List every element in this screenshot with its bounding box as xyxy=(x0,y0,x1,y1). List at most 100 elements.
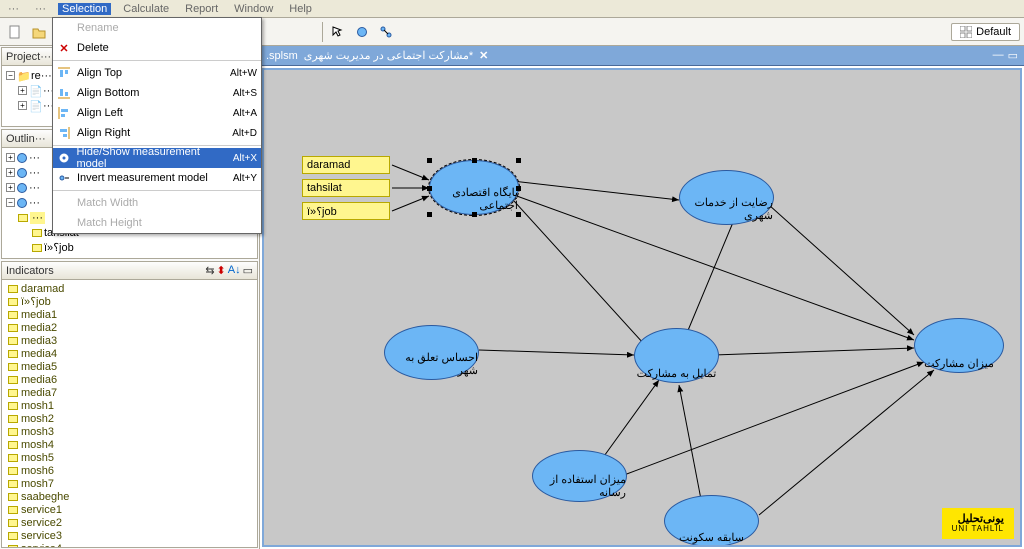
align-bottom-icon xyxy=(57,86,71,100)
indicator-label: mosh5 xyxy=(21,452,54,464)
indicator-icon xyxy=(8,311,18,319)
pointer-tool[interactable] xyxy=(327,21,349,43)
delete-icon: ✕ xyxy=(57,41,71,55)
indicator-item[interactable]: service1 xyxy=(4,503,255,516)
open-button[interactable] xyxy=(28,21,50,43)
indicators-panel: Indicators ⇆ ⬍ A↓ ▭ daramadï»؟jobmedia1m… xyxy=(1,261,258,548)
indicator-label: media4 xyxy=(21,348,57,360)
indicator-label: media2 xyxy=(21,322,57,334)
indicator-item[interactable]: daramad xyxy=(4,282,255,295)
default-view-button[interactable]: Default xyxy=(951,23,1020,41)
projects-title: Project··· xyxy=(6,51,51,63)
canvas-area: .splsm مشارکت اجتماعی در مدیریت شهری* ✕ … xyxy=(260,46,1024,549)
indicator-item[interactable]: media7 xyxy=(4,386,255,399)
indicator-label: mosh4 xyxy=(21,439,54,451)
indicator-box[interactable]: daramad xyxy=(302,156,390,174)
indicator-item[interactable]: saabeghe xyxy=(4,490,255,503)
indicator-item[interactable]: service4 xyxy=(4,542,255,547)
menu-window[interactable]: Window xyxy=(230,3,277,15)
link-tool[interactable] xyxy=(375,21,397,43)
menu-match-width: Match Width xyxy=(53,193,261,213)
outline-leaf[interactable]: daramad xyxy=(4,255,255,258)
menu-report[interactable]: Report xyxy=(181,3,222,15)
indicator-icon xyxy=(8,285,18,293)
outline-leaf[interactable]: ï»؟job xyxy=(4,240,255,255)
latent-node-selected[interactable]: پایگاه اقتصادی اجتماعی xyxy=(429,160,519,215)
indicator-item[interactable]: media1 xyxy=(4,308,255,321)
sort-asc-icon[interactable]: A↓ xyxy=(228,264,241,277)
indicator-item[interactable]: mosh2 xyxy=(4,412,255,425)
menu-help[interactable]: Help xyxy=(285,3,316,15)
indicator-item[interactable]: mosh6 xyxy=(4,464,255,477)
hide-show-icon xyxy=(57,151,70,165)
indicator-item[interactable]: media5 xyxy=(4,360,255,373)
filter-icon[interactable]: ⬍ xyxy=(217,264,226,277)
indicator-item[interactable]: media4 xyxy=(4,347,255,360)
indicator-icon xyxy=(8,428,18,436)
menu-selection[interactable]: Selection xyxy=(58,3,111,15)
latent-node[interactable]: میزان استفاده از رسانه xyxy=(532,450,627,502)
indicator-label: service4 xyxy=(21,543,62,548)
model-canvas[interactable]: daramad tahsilat ï»؟job پایگاه اقتصادی ا… xyxy=(262,68,1022,547)
latent-node[interactable]: رضایت از خدمات شهری xyxy=(679,170,774,225)
indicator-item[interactable]: mosh4 xyxy=(4,438,255,451)
indicator-icon xyxy=(8,389,18,397)
new-button[interactable] xyxy=(4,21,26,43)
indicator-item[interactable]: ï»؟job xyxy=(4,295,255,308)
indicator-label: mosh7 xyxy=(21,478,54,490)
indicator-icon xyxy=(8,324,18,332)
latent-node[interactable]: میزان مشارکت xyxy=(914,318,1004,373)
menu-align-right[interactable]: Align RightAlt+D xyxy=(53,123,261,143)
default-label: Default xyxy=(976,26,1011,38)
close-tab-icon[interactable]: ✕ xyxy=(479,49,488,62)
node-tool[interactable] xyxy=(351,21,373,43)
menu-invert-measurement[interactable]: Invert measurement modelAlt+Y xyxy=(53,168,261,188)
indicator-icon xyxy=(8,350,18,358)
menu-align-top[interactable]: Align TopAlt+W xyxy=(53,63,261,83)
indicator-icon xyxy=(8,493,18,501)
indicator-icon xyxy=(8,402,18,410)
menu-item[interactable]: ··· xyxy=(31,3,50,15)
indicator-icon xyxy=(8,545,18,548)
latent-node[interactable]: سابقه سکونت xyxy=(664,495,759,547)
indicator-label: media6 xyxy=(21,374,57,386)
indicator-item[interactable]: service2 xyxy=(4,516,255,529)
document-tab[interactable]: .splsm مشارکت اجتماعی در مدیریت شهری* ✕ … xyxy=(260,46,1024,66)
indicator-item[interactable]: media3 xyxy=(4,334,255,347)
indicator-label: ï»؟job xyxy=(21,295,51,308)
latent-node[interactable]: تمایل به مشارکت xyxy=(634,328,719,383)
tab-ext: .splsm xyxy=(266,50,298,62)
indicator-item[interactable]: mosh5 xyxy=(4,451,255,464)
menubar[interactable]: ··· ··· Selection Calculate Report Windo… xyxy=(0,0,1024,18)
indicator-item[interactable]: media6 xyxy=(4,373,255,386)
indicator-box[interactable]: tahsilat xyxy=(302,179,390,197)
indicator-item[interactable]: mosh3 xyxy=(4,425,255,438)
maximize-icon[interactable]: ▭ xyxy=(1008,49,1018,62)
indicator-item[interactable]: mosh7 xyxy=(4,477,255,490)
latent-node[interactable]: احساس تعلق به شهر xyxy=(384,325,479,380)
indicator-icon xyxy=(8,415,18,423)
indicator-box[interactable]: ï»؟job xyxy=(302,202,390,220)
minimize-icon[interactable]: ▭ xyxy=(243,264,253,277)
invert-icon xyxy=(57,171,71,185)
outline-title: Outlin··· xyxy=(6,133,46,145)
indicator-item[interactable]: media2 xyxy=(4,321,255,334)
menu-align-bottom[interactable]: Align BottomAlt+S xyxy=(53,83,261,103)
menu-item[interactable]: ··· xyxy=(4,3,23,15)
indicators-list[interactable]: daramadï»؟jobmedia1media2media3media4med… xyxy=(2,280,257,547)
indicator-icon xyxy=(8,298,18,306)
indicator-label: media5 xyxy=(21,361,57,373)
indicator-icon xyxy=(8,519,18,527)
menu-align-left[interactable]: Align LeftAlt+A xyxy=(53,103,261,123)
minimize-icon[interactable]: — xyxy=(993,49,1004,62)
toggle-icon[interactable]: ⇆ xyxy=(205,264,214,277)
menu-hide-show-measurement[interactable]: Hide/Show measurement modelAlt+X xyxy=(53,148,261,168)
indicator-label: daramad xyxy=(21,283,64,295)
menu-calculate[interactable]: Calculate xyxy=(119,3,173,15)
indicator-label: mosh2 xyxy=(21,413,54,425)
indicator-item[interactable]: service3 xyxy=(4,529,255,542)
grid-icon xyxy=(960,26,972,38)
indicator-icon xyxy=(8,454,18,462)
menu-delete[interactable]: ✕Delete xyxy=(53,38,261,58)
indicator-item[interactable]: mosh1 xyxy=(4,399,255,412)
